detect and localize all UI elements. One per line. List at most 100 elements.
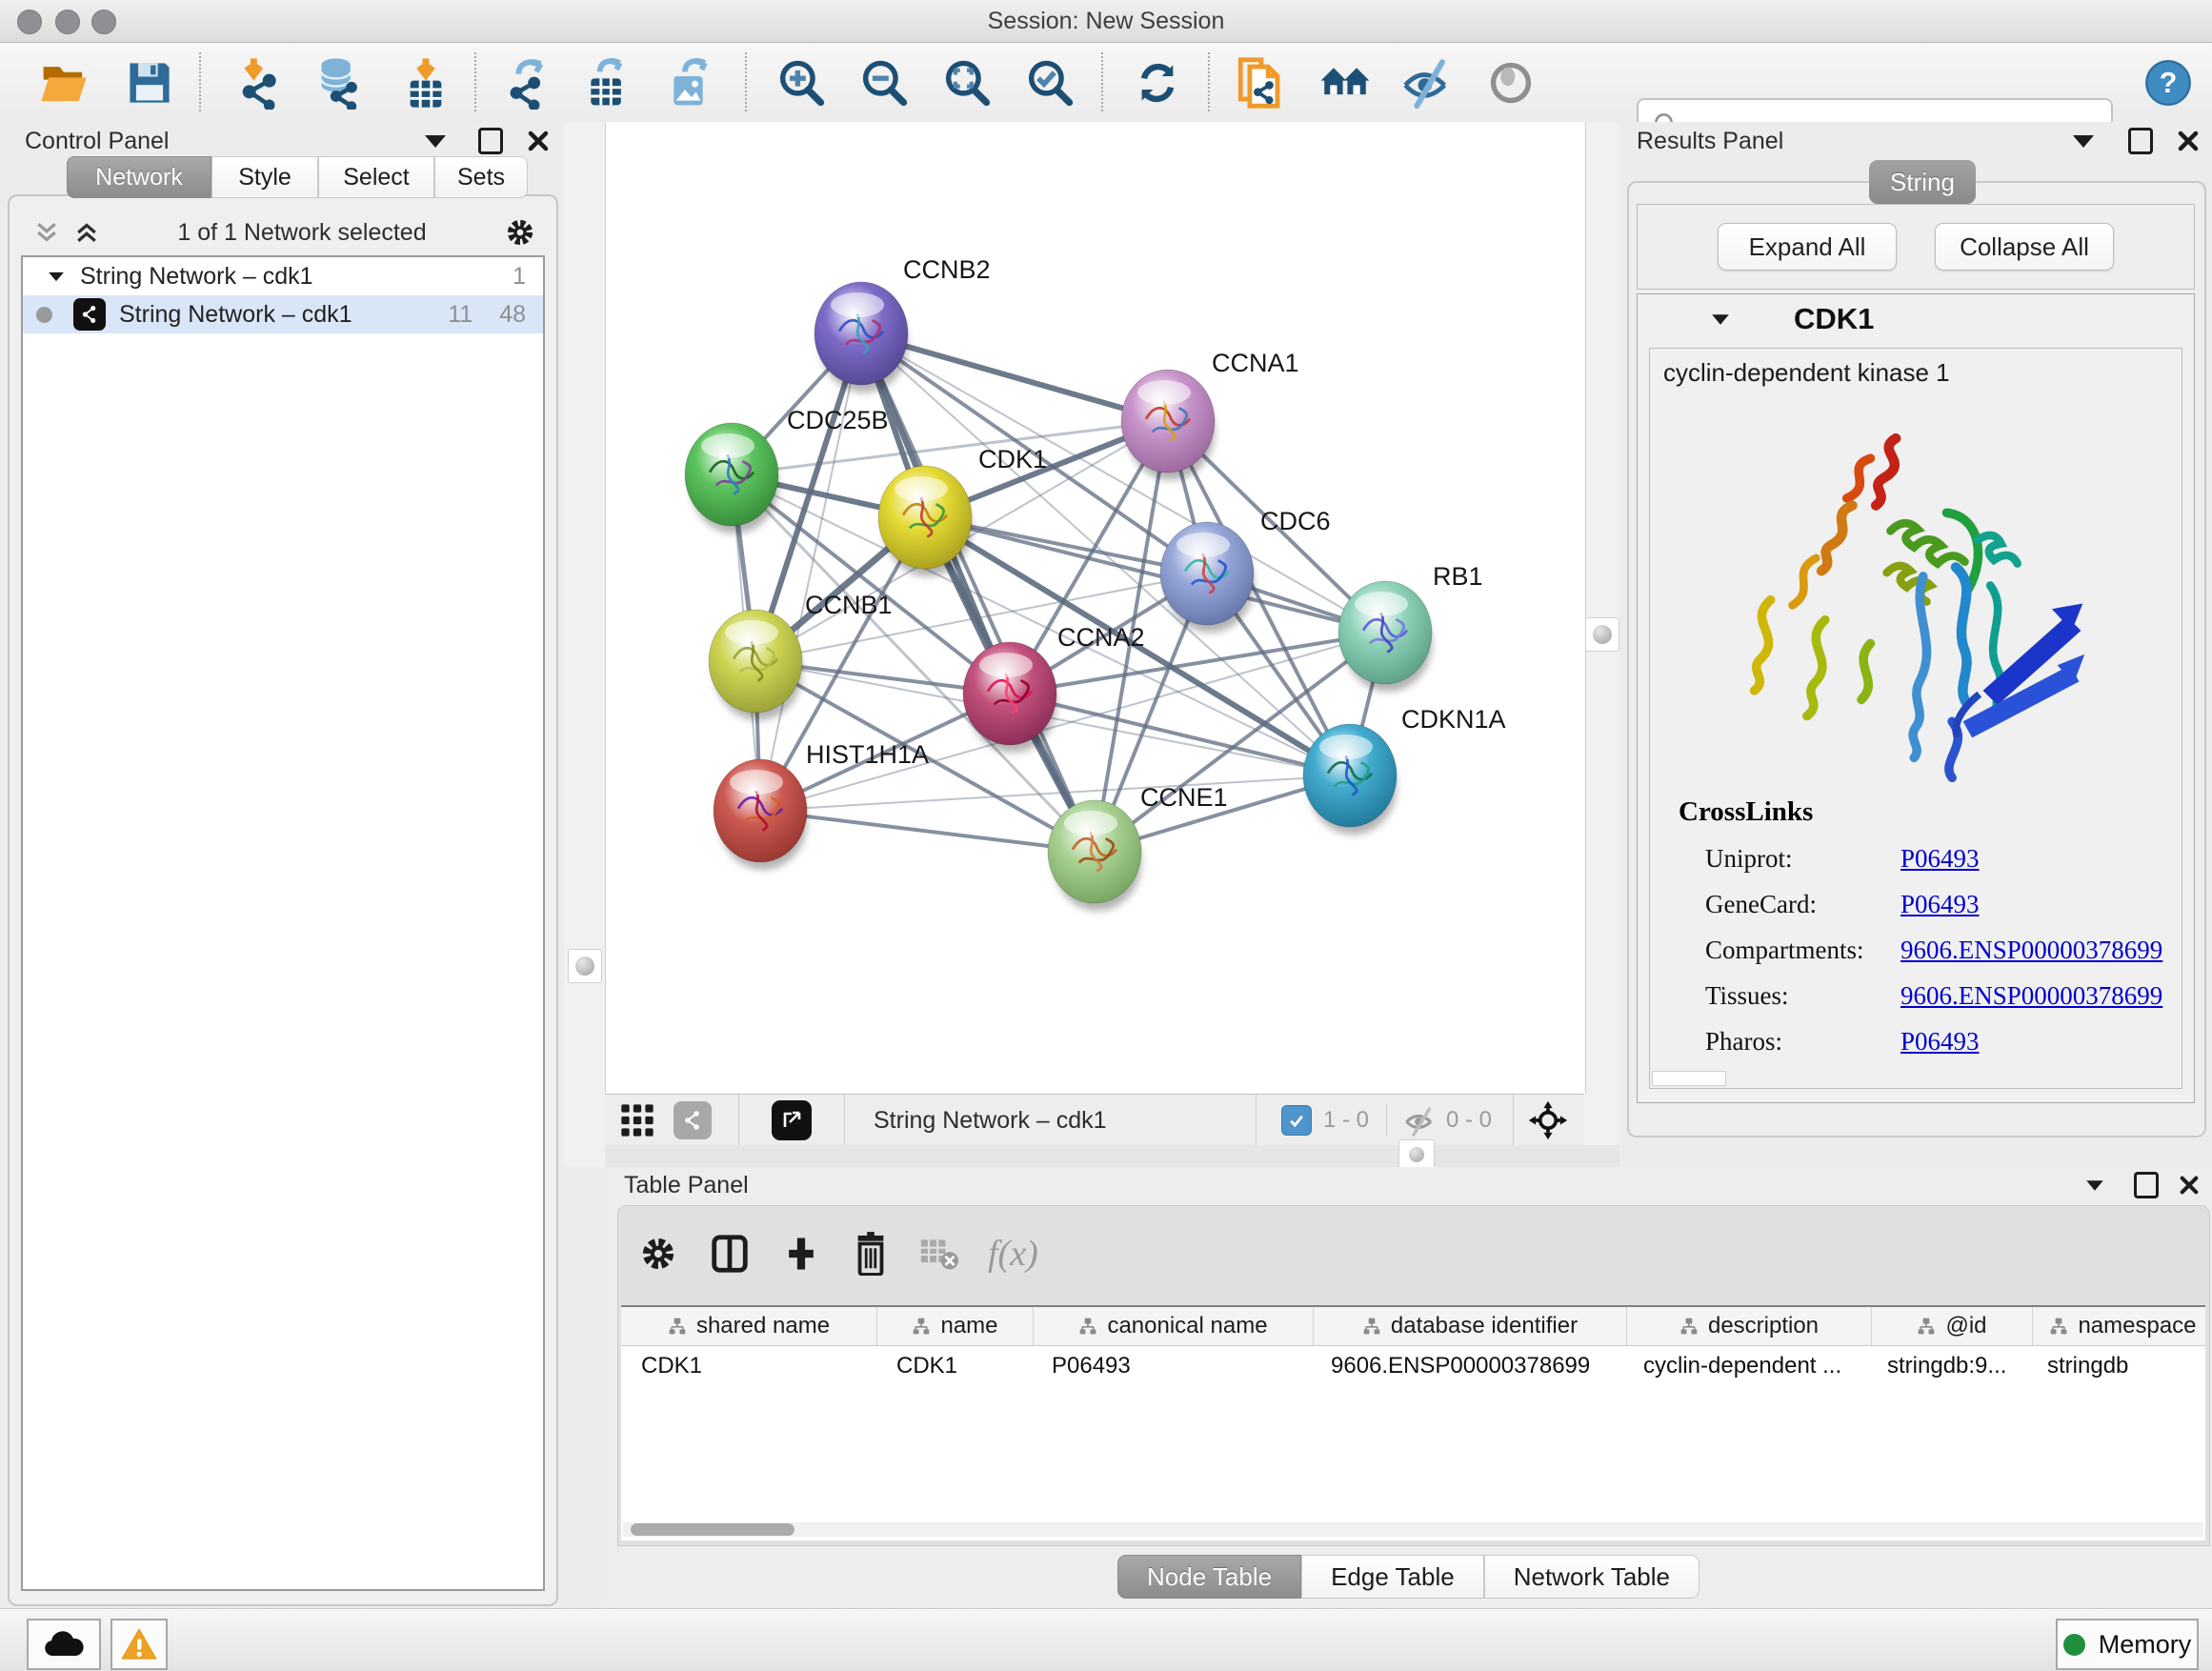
delete-column-trash-icon[interactable] (851, 1232, 891, 1276)
node-table[interactable]: shared name namecanonical namedatabase id… (621, 1305, 2205, 1540)
crosslink-link[interactable]: P06493 (1900, 890, 1980, 919)
show-glyphs-icon[interactable] (1483, 55, 1538, 111)
crosslink-link[interactable]: P06493 (1900, 844, 1980, 874)
create-column-plus-icon[interactable] (780, 1233, 822, 1275)
table-cell[interactable]: 9606.ENSP00000378699 (1311, 1346, 1623, 1386)
column-header-label: shared name (696, 1313, 830, 1339)
gene-section-header[interactable]: CDK1 (1638, 294, 2194, 344)
help-icon[interactable]: ? (2141, 55, 2196, 111)
selected-nodes-checkbox-icon[interactable] (1281, 1105, 1312, 1136)
network-node-CDC25B[interactable]: CDC25B (685, 406, 889, 534)
hide-glyphs-icon[interactable] (1398, 55, 1454, 111)
control-panel-collapse-icon[interactable] (425, 135, 446, 148)
network-collection-row[interactable]: String Network – cdk1 1 (23, 257, 543, 295)
tab-sets[interactable]: Sets (434, 156, 528, 198)
toolbar-separator (1101, 52, 1103, 111)
import-table-file-icon[interactable] (398, 55, 453, 111)
column-header-name[interactable]: name (877, 1307, 1034, 1345)
tab-edge-table[interactable]: Edge Table (1301, 1555, 1484, 1599)
table-hscrollbar-thumb[interactable] (631, 1523, 794, 1536)
string-protein-query-icon[interactable] (1234, 55, 1289, 111)
network-node-RB1[interactable]: RB1 (1338, 562, 1483, 692)
table-cell[interactable]: P06493 (1032, 1346, 1311, 1386)
node-navigator-crosshair-icon[interactable] (1527, 1099, 1569, 1141)
gene-collapse-icon[interactable] (1712, 314, 1729, 324)
network-canvas[interactable]: CCNB2CCNA1CDC25BCDK1CDC6RB1CCNB1CCNA2CDK… (605, 122, 1586, 1094)
zoom-selected-icon[interactable] (1022, 55, 1077, 111)
network-graph[interactable]: CCNB2CCNA1CDC25BCDK1CDC6RB1CCNB1CCNA2CDK… (606, 122, 1585, 1094)
table-cell[interactable]: CDK1 (621, 1346, 876, 1386)
tab-select[interactable]: Select (318, 156, 434, 198)
crosslink-link[interactable]: 9606.ENSP00000378699 (1900, 981, 2162, 1011)
import-network-file-icon[interactable] (231, 55, 286, 111)
export-image-icon[interactable] (664, 55, 719, 111)
table-panel-collapse-icon[interactable] (2086, 1180, 2103, 1190)
results-panel-collapse-icon[interactable] (2073, 135, 2094, 148)
network-edge-HIST1H1A-CCNE1[interactable] (760, 811, 1095, 852)
network-edge-count: 48 (499, 301, 526, 329)
show-columns-icon[interactable] (708, 1232, 752, 1276)
tab-style[interactable]: Style (211, 156, 318, 198)
table-panel-float-icon[interactable] (2134, 1172, 2159, 1198)
cloud-icon (43, 1629, 85, 1660)
export-table-file-icon[interactable] (581, 55, 636, 111)
collapse-all-networks-icon[interactable] (32, 218, 61, 247)
memory-button[interactable]: Memory (2056, 1619, 2199, 1670)
control-panel-float-icon[interactable] (478, 128, 503, 154)
crosslink-link[interactable]: 9606.ENSP00000378699 (1900, 936, 2162, 965)
network-edge-CCNB2-CCNE1[interactable] (861, 333, 1095, 852)
expand-all-networks-icon[interactable] (72, 218, 101, 247)
zoom-fit-icon[interactable] (939, 55, 995, 111)
collapse-all-button[interactable]: Collapse All (1935, 223, 2114, 271)
table-options-gear-icon[interactable] (637, 1233, 679, 1275)
network-node-CCNE1[interactable]: CCNE1 (1048, 783, 1228, 911)
network-node-CDKN1A[interactable]: CDKN1A (1303, 705, 1506, 835)
open-session-icon[interactable] (36, 55, 91, 111)
table-hscrollbar[interactable] (623, 1522, 2203, 1537)
tab-network-table[interactable]: Network Table (1484, 1555, 1699, 1599)
left-splitter[interactable] (564, 122, 605, 1167)
tab-string-results[interactable]: String (1869, 160, 1976, 204)
column-header-namespace[interactable]: namespace (2033, 1307, 2205, 1345)
column-header-canonical-name[interactable]: canonical name (1034, 1307, 1314, 1345)
gene-details-scrollbar[interactable] (1652, 1071, 1726, 1086)
svg-text:?: ? (2160, 68, 2178, 99)
zoom-out-icon[interactable] (856, 55, 912, 111)
table-panel-close-icon[interactable] (2180, 1176, 2199, 1195)
column-header--id[interactable]: @id (1872, 1307, 2033, 1345)
right-splitter[interactable] (1584, 122, 1619, 1167)
table-cell[interactable]: stringdb (2027, 1346, 2205, 1386)
import-network-database-icon[interactable] (311, 55, 366, 111)
hidden-count: 0 - 0 (1446, 1107, 1492, 1134)
network-node-HIST1H1A[interactable]: HIST1H1A (714, 740, 929, 870)
cloud-status-button[interactable] (27, 1619, 101, 1670)
string-view-icon[interactable] (674, 1101, 712, 1139)
birds-eye-view-icon[interactable] (618, 1101, 656, 1139)
refresh-icon[interactable] (1130, 55, 1185, 111)
table-cell[interactable]: CDK1 (876, 1346, 1032, 1386)
selected-count: 1 - 0 (1323, 1107, 1369, 1134)
table-cell[interactable]: cyclin-dependent ... (1623, 1346, 1867, 1386)
network-node-CCNB1[interactable]: CCNB1 (709, 591, 893, 720)
network-node-CDK1[interactable]: CDK1 (878, 445, 1047, 576)
column-header-shared-name[interactable]: shared name (621, 1307, 877, 1345)
results-panel-float-icon[interactable] (2128, 128, 2153, 154)
column-header-database-identifier[interactable]: database identifier (1314, 1307, 1627, 1345)
tab-node-table[interactable]: Node Table (1117, 1555, 1301, 1599)
export-network-file-icon[interactable] (502, 55, 557, 111)
collection-expand-icon[interactable] (49, 272, 64, 280)
network-row[interactable]: String Network – cdk1 11 48 (23, 295, 543, 333)
column-header-description[interactable]: description (1627, 1307, 1872, 1345)
open-in-new-window-icon[interactable] (772, 1100, 812, 1140)
control-panel-close-icon[interactable] (528, 131, 549, 151)
string-home-icon[interactable] (1317, 55, 1373, 111)
warning-button[interactable] (111, 1619, 168, 1670)
results-panel-close-icon[interactable] (2178, 131, 2199, 151)
tab-network[interactable]: Network (67, 156, 211, 198)
expand-all-button[interactable]: Expand All (1718, 223, 1897, 271)
zoom-in-icon[interactable] (774, 55, 829, 111)
save-session-icon[interactable] (122, 55, 177, 111)
crosslink-link[interactable]: P06493 (1900, 1027, 1980, 1057)
network-options-gear-icon[interactable] (503, 215, 537, 250)
table-cell[interactable]: stringdb:9... (1867, 1346, 2027, 1386)
